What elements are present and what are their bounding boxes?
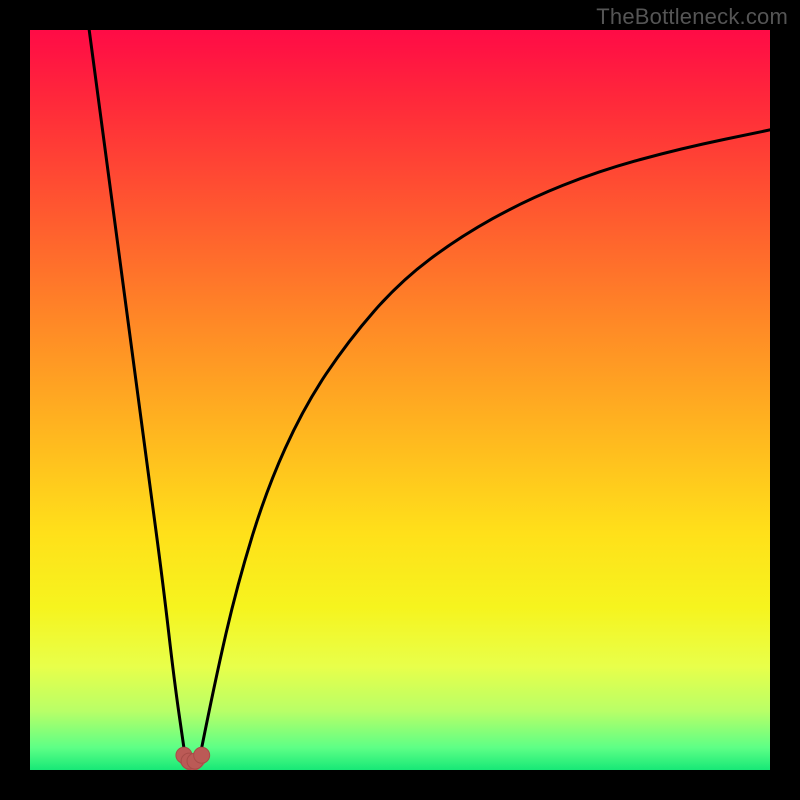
outer-frame: TheBottleneck.com [0, 0, 800, 800]
watermark-text: TheBottleneck.com [596, 4, 788, 30]
bottleneck-chart [30, 30, 770, 770]
gradient-background [30, 30, 770, 770]
optimum-marker-dot [194, 747, 210, 763]
chart-svg [30, 30, 770, 770]
